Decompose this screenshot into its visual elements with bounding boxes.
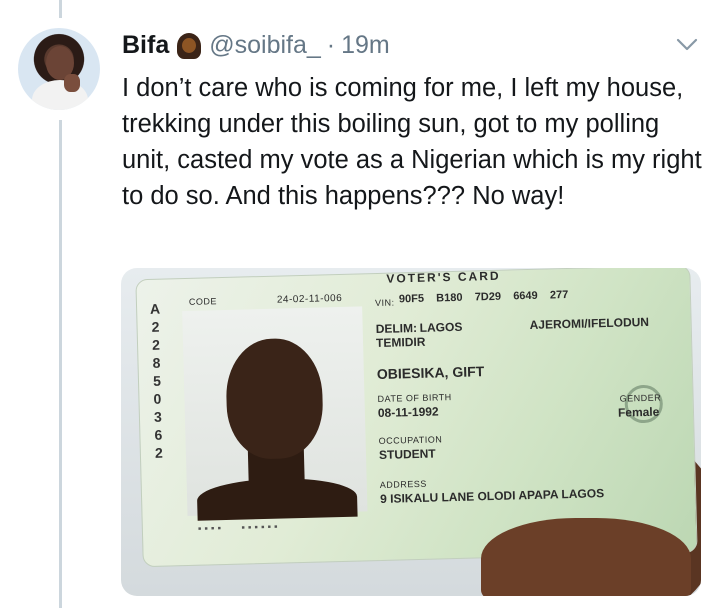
card-code-value: 24-02-11-006 <box>276 292 343 306</box>
card-occupation-value: STUDENT <box>378 446 436 462</box>
card-side-char: 2 <box>151 318 160 335</box>
card-heading: VOTER'S CARD <box>386 268 501 286</box>
thread-line-top <box>59 0 62 18</box>
tweet-text: I don’t care who is coming for me, I lef… <box>122 74 702 210</box>
card-vin-value: 90F5 B180 7D29 6649 277 <box>398 288 569 306</box>
card-side-char: 5 <box>152 372 162 389</box>
timestamp[interactable]: 19m <box>341 31 390 60</box>
card-dob-label: DATE OF BIRTH <box>377 392 452 405</box>
card-gender-label: GENDER <box>619 392 662 404</box>
card-dob-value: 08-11-1992 <box>377 404 439 421</box>
avatar[interactable] <box>18 28 100 110</box>
card-side-char: 3 <box>153 408 163 425</box>
card-delim-value: LAGOS <box>419 319 463 335</box>
card-gender-value: Female <box>617 404 660 420</box>
card-side-char: 2 <box>154 444 163 461</box>
card-vin-label: VIN: <box>374 297 395 309</box>
thumb-shape <box>481 518 691 596</box>
tweet-media-image[interactable]: A22850362 VOTER'S CARD CODE 24-02-11-006… <box>121 268 701 596</box>
display-name[interactable]: Bifa <box>122 31 169 60</box>
card-side-char: 0 <box>153 390 162 407</box>
card-side-char: A <box>149 300 161 317</box>
card-code-label: CODE <box>188 296 218 307</box>
card-side-code: A22850362 <box>147 300 167 462</box>
thread-line-bottom <box>59 120 62 608</box>
user-handle[interactable]: @soibifa_ <box>209 31 321 60</box>
separator-dot: · <box>326 30 336 59</box>
card-name: OBIESIKA, GIFT <box>376 363 485 383</box>
card-side-char: 8 <box>152 354 161 371</box>
card-delim-label: DELIM: <box>375 320 418 337</box>
card-delim-extra: TEMIDIR <box>375 334 426 351</box>
card-lga: AJEROMI/IFELODUN <box>529 314 650 333</box>
card-address-label: ADDRESS <box>379 478 427 490</box>
chevron-down-icon[interactable] <box>672 30 702 60</box>
card-side-char: 2 <box>151 336 161 353</box>
card-occupation-label: OCCUPATION <box>378 434 443 446</box>
woman-emoji-icon <box>175 31 203 59</box>
tweet-header: Bifa @soibifa_ · 19m <box>122 28 390 62</box>
card-holes: ▪▪▪▪ ▪▪▪▪▪▪ <box>197 521 281 535</box>
card-photo <box>182 306 368 521</box>
card-side-char: 6 <box>154 426 163 443</box>
